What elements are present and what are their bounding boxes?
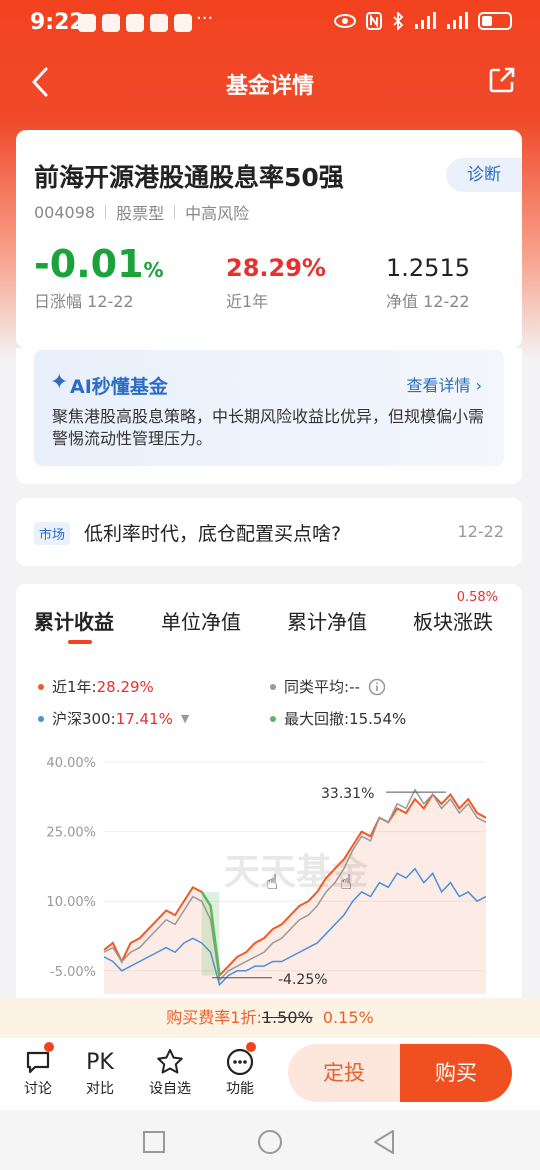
nav-label: 净值 12-22 [386,292,470,311]
tab-accumulated-nav[interactable]: 累计净值 [287,606,367,635]
legend-dot [270,683,276,690]
page-title: 基金详情 [225,74,314,99]
tab-unit-nav[interactable]: 单位净值 [161,606,241,635]
fee-prefix: 购买费率1折: [166,1008,262,1027]
divider [174,205,176,219]
legend-index[interactable]: 沪深300: 17.41% ▼ [38,708,189,729]
diagnose-button[interactable]: 诊断 [446,158,522,192]
y-tick-label: -5.00% [50,965,96,980]
tab-cumulative-return[interactable]: 累计收益 [34,606,114,635]
nfc-icon [366,12,382,30]
news-tag: 市场 [34,522,71,545]
ai-title: AI秒懂基金 [70,376,168,398]
chart-card: 累计收益 单位净值 累计净值 板块涨跌 0.58% 近1年: 28.29% 同类平… [16,584,522,1004]
fund-summary-card: 前海开源港股通股息率50强 诊断 004098 股票型 中高风险 -0.01% … [16,130,522,348]
fee-new: 0.15% [322,1008,374,1027]
share-icon[interactable] [488,66,516,94]
min-annotation: -4.25% [278,972,328,988]
dropdown-caret-icon[interactable]: ▼ [181,712,189,725]
status-bar: 9:22 ··· [0,0,540,48]
more-icon [210,1042,270,1078]
app-notification-icon [174,14,192,32]
fee-banner: 购买费率1折:1.50% 0.15% [0,998,540,1038]
app-notification-icon [150,14,168,32]
signal-icon [415,12,436,29]
legend-dot [270,715,276,722]
news-card[interactable]: 市场 低利率时代，底仓配置买点啥? 12-22 [16,498,522,566]
active-tab-indicator [68,640,92,644]
auto-invest-button[interactable]: 定投 [288,1044,400,1102]
discuss-button[interactable]: 讨论 [8,1042,68,1098]
news-title[interactable]: 低利率时代，底仓配置买点啥? [84,519,341,546]
sparkle-icon: ✦ [50,370,69,395]
function-button[interactable]: 功能 [210,1042,270,1098]
chat-icon [8,1042,68,1078]
legend-drawdown: 最大回撤: 15.54% [270,708,406,729]
tab-sector-change[interactable]: 板块涨跌 [413,606,493,635]
fund-code: 004098 [34,202,96,222]
ai-summary-card[interactable]: ✦ AI秒懂基金 查看详情 › 聚焦港股高股息策略，中长期风险收益比优异，但规模… [16,348,522,484]
compare-button[interactable]: PK 对比 [70,1046,130,1098]
year-return-label: 近1年 [226,292,269,311]
fund-name: 前海开源港股通股息率50强 [34,163,344,192]
hand-pointer-icon: ☝ [340,870,352,894]
notification-dot [44,1042,54,1052]
ai-summary-text: 聚焦港股高股息策略，中长期风险收益比优异，但规模偏小需警惕流动性管理压力。 [52,407,485,448]
home-icon[interactable] [257,1129,283,1155]
legend-peer: 同类平均: -- [270,676,386,697]
y-tick-label: 40.00% [46,756,96,771]
recent-apps-icon[interactable] [142,1130,166,1154]
nav-value: 1.2515 [386,254,470,282]
y-tick-label: 10.00% [46,895,96,910]
back-nav-icon[interactable] [372,1129,396,1155]
fund-area [104,794,486,994]
info-icon[interactable] [368,678,386,696]
pk-icon: PK [86,1049,114,1075]
notification-dot [246,1042,256,1052]
buy-button[interactable]: 购买 [400,1044,512,1102]
chart-tabs: 累计收益 单位净值 累计净值 板块涨跌 0.58% [16,590,522,646]
return-chart[interactable]: 40.00%25.00%10.00%-5.00%天天基金33.31%-4.25%… [16,744,522,1004]
sector-change-badge: 0.58% [456,590,498,605]
divider [105,205,107,219]
app-notification-icon [78,14,96,32]
legend-dot [38,715,44,722]
nav-bar: 基金详情 [0,52,540,112]
y-tick-label: 25.00% [46,826,96,841]
legend-dot [38,683,44,690]
app-notification-icon [126,14,144,32]
add-watchlist-button[interactable]: 设自选 [140,1046,200,1098]
bluetooth-icon [393,12,404,30]
eye-icon [334,14,356,28]
fund-type: 股票型 [116,204,165,223]
status-icons [334,12,512,30]
daily-change-label: 日涨幅 12-22 [34,292,134,311]
notification-icons [78,14,192,32]
status-time: 9:22 [30,10,85,35]
ai-more-link[interactable]: 查看详情 › [407,372,483,396]
year-return-value: 28.29% [226,254,326,282]
ai-summary-panel: ✦ AI秒懂基金 查看详情 › 聚焦港股高股息策略，中长期风险收益比优异，但规模… [34,350,504,466]
legend-fund: 近1年: 28.29% [38,676,154,697]
daily-change-value: -0.01% [34,242,164,286]
drawdown-band [201,891,220,976]
bottom-action-bar: 讨论 PK 对比 设自选 功能 定投 购买 [0,1038,540,1110]
more-notifications-icon: ··· [196,8,214,29]
hand-pointer-icon: ☝ [266,870,278,894]
news-date: 12-22 [457,522,505,541]
system-navigation-bar [0,1110,540,1170]
fund-risk: 中高风险 [185,204,250,223]
fund-meta: 004098 股票型 中高风险 [34,200,249,224]
fee-old: 1.50% [261,1008,313,1027]
star-icon [140,1046,200,1078]
app-notification-icon [102,14,120,32]
battery-icon [478,12,512,30]
max-annotation: 33.31% [321,786,374,802]
signal-icon [447,12,468,29]
